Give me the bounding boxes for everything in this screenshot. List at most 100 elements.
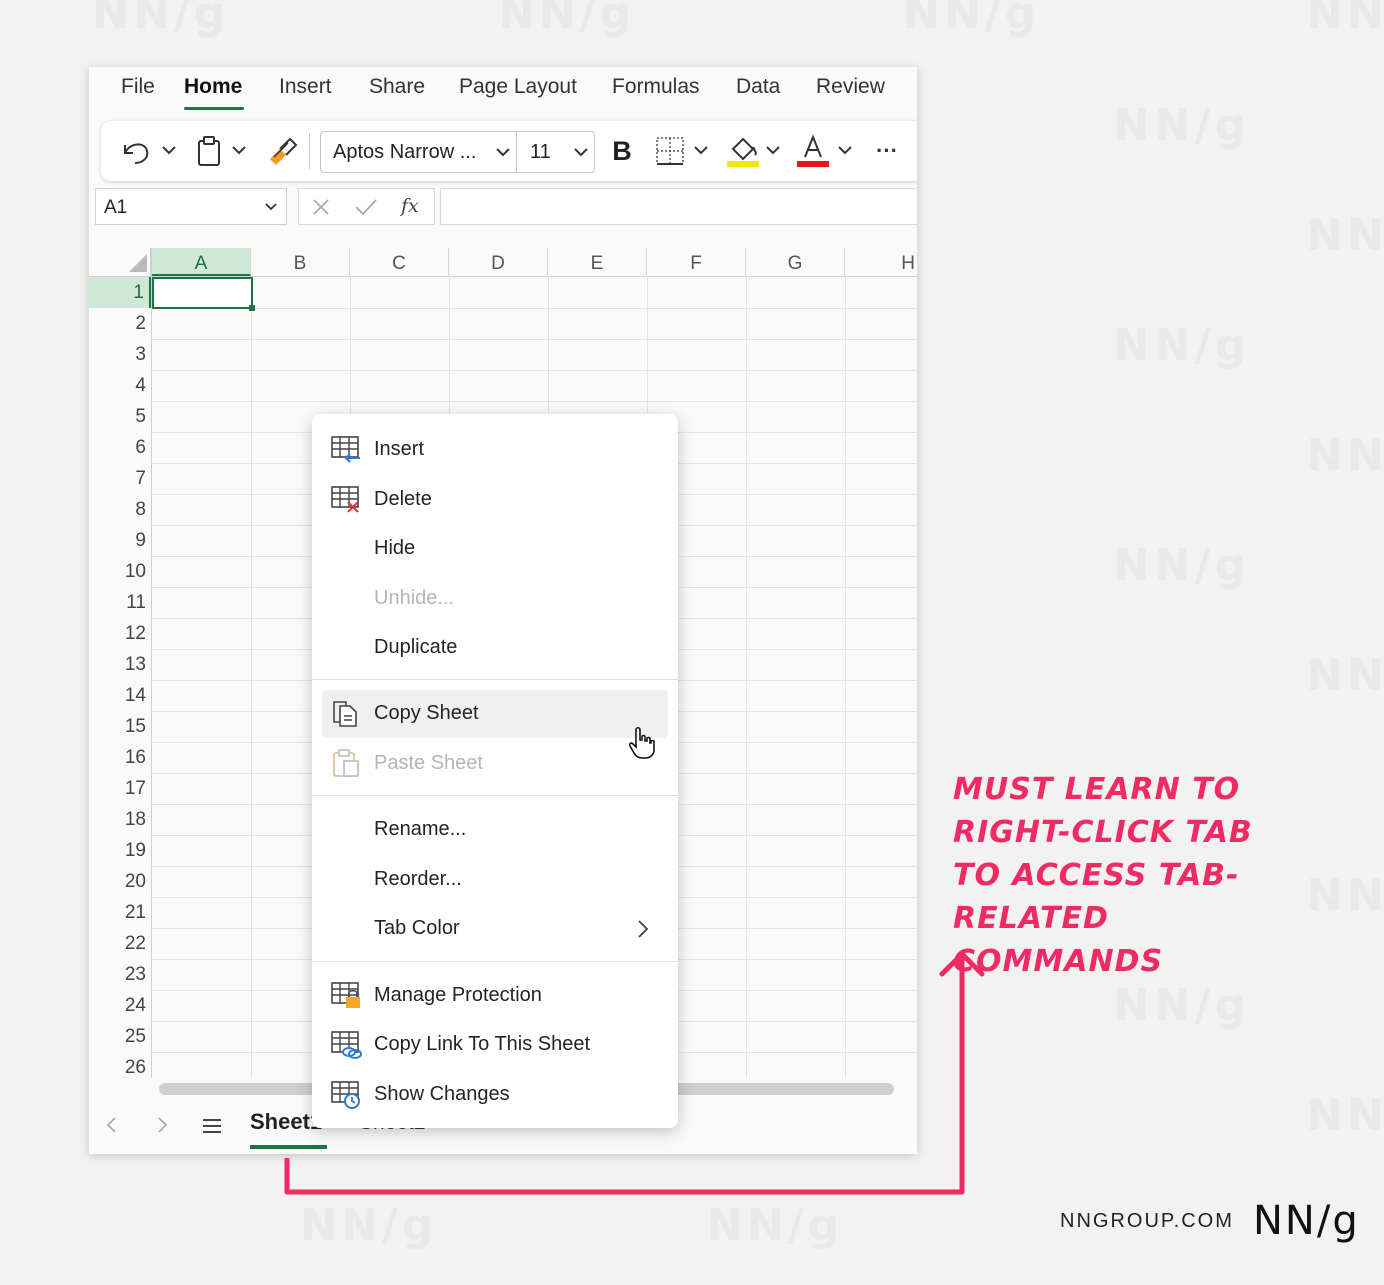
row-header-22[interactable]: 22	[89, 928, 151, 959]
cancel-icon[interactable]	[311, 197, 331, 217]
menu-item-hide[interactable]: Hide	[322, 525, 668, 571]
nng-logo: NN/g	[1253, 1198, 1360, 1244]
borders-button[interactable]	[653, 135, 713, 167]
row-header-21[interactable]: 21	[89, 897, 151, 928]
select-all-button[interactable]	[89, 248, 152, 276]
row-header-1[interactable]: 1	[89, 277, 151, 308]
row-header-18[interactable]: 18	[89, 804, 151, 835]
chevron-left-icon[interactable]	[105, 1115, 119, 1135]
font-color-button[interactable]	[797, 133, 859, 169]
row-header-4[interactable]: 4	[89, 370, 151, 401]
row-header-12[interactable]: 12	[89, 618, 151, 649]
menu-item-rename[interactable]: Rename...	[322, 806, 668, 852]
menu-item-duplicate[interactable]: Duplicate	[322, 624, 668, 670]
row-header-24[interactable]: 24	[89, 990, 151, 1021]
tab-review[interactable]: Review	[816, 75, 885, 99]
tab-home[interactable]: Home	[184, 75, 242, 99]
column-header-a[interactable]: A	[152, 248, 251, 276]
paste-icon	[198, 136, 246, 166]
watermark: NN/g	[1306, 210, 1384, 261]
grid-line	[151, 370, 917, 371]
watermark: NN/g	[1113, 100, 1251, 151]
menu-item-reorder[interactable]: Reorder...	[322, 856, 668, 902]
row-header-19[interactable]: 19	[89, 835, 151, 866]
menu-item-tab-color[interactable]: Tab Color	[322, 905, 668, 951]
menu-divider	[312, 795, 678, 796]
column-header-d[interactable]: D	[449, 248, 548, 276]
row-header-9[interactable]: 9	[89, 525, 151, 556]
undo-button[interactable]	[119, 135, 179, 167]
grid-line	[151, 308, 917, 309]
row-header-7[interactable]: 7	[89, 463, 151, 494]
enter-icon[interactable]	[354, 197, 378, 217]
row-header-2[interactable]: 2	[89, 308, 151, 339]
name-box-value: A1	[104, 197, 128, 218]
row-header-25[interactable]: 25	[89, 1021, 151, 1052]
menu-item-copy-sheet[interactable]: Copy Sheet	[322, 690, 668, 738]
row-header-15[interactable]: 15	[89, 711, 151, 742]
column-header-b[interactable]: B	[251, 248, 350, 276]
format-painter-button[interactable]	[264, 135, 300, 167]
paste-button[interactable]	[195, 135, 251, 167]
row-header-10[interactable]: 10	[89, 556, 151, 587]
watermark: NN/g	[1113, 980, 1251, 1031]
column-header-c[interactable]: C	[350, 248, 449, 276]
row-header-17[interactable]: 17	[89, 773, 151, 804]
tab-file[interactable]: File	[121, 75, 155, 99]
row-header-13[interactable]: 13	[89, 649, 151, 680]
chevron-down-icon	[496, 148, 510, 157]
row-header-3[interactable]: 3	[89, 339, 151, 370]
watermark: NN/g	[1306, 870, 1384, 921]
column-header-e[interactable]: E	[548, 248, 647, 276]
font-size-value[interactable]: 11	[530, 141, 551, 164]
menu-item-label: Paste Sheet	[374, 752, 483, 774]
selected-cell-a1[interactable]	[152, 277, 253, 309]
borders-icon	[656, 137, 708, 165]
tab-insert[interactable]: Insert	[279, 75, 332, 99]
name-box[interactable]: A1	[95, 188, 287, 225]
menu-divider	[312, 679, 678, 680]
fill-color-button[interactable]	[725, 133, 785, 169]
watermark: NN/g	[1306, 650, 1384, 701]
more-options-button[interactable]: ···	[869, 133, 905, 169]
row-header-11[interactable]: 11	[89, 587, 151, 618]
row-header-6[interactable]: 6	[89, 432, 151, 463]
formula-input[interactable]	[440, 188, 917, 225]
menu-item-label: Rename...	[374, 818, 467, 840]
tab-share[interactable]: Share	[369, 75, 425, 99]
row-header-20[interactable]: 20	[89, 866, 151, 897]
fx-icon[interactable]: fx	[401, 195, 419, 217]
watermark: NN/g	[1306, 1090, 1384, 1141]
tab-page-layout[interactable]: Page Layout	[459, 75, 577, 99]
menu-item-label: Duplicate	[374, 636, 458, 658]
row-header-16[interactable]: 16	[89, 742, 151, 773]
select-all-icon	[129, 254, 147, 272]
menu-item-paste-sheet: Paste Sheet	[322, 740, 668, 786]
menu-item-delete[interactable]: Delete	[322, 476, 668, 522]
row-header-26[interactable]: 26	[89, 1052, 151, 1083]
column-header-h[interactable]: H	[845, 248, 917, 276]
all-sheets-menu-icon[interactable]	[201, 1117, 223, 1135]
annotation-text: MUST LEARN TO RIGHT-CLICK TAB TO ACCESS …	[953, 772, 1253, 979]
tab-data[interactable]: Data	[736, 75, 780, 99]
chevron-right-icon	[638, 920, 649, 938]
chevron-down-icon	[265, 203, 277, 211]
row-header-5[interactable]: 5	[89, 401, 151, 432]
row-header-23[interactable]: 23	[89, 959, 151, 990]
row-header-14[interactable]: 14	[89, 680, 151, 711]
watermark: NN/g	[903, 0, 1041, 39]
watermark: NN/g	[300, 1200, 438, 1251]
undo-icon	[124, 143, 176, 164]
insert-sheet-icon	[331, 436, 360, 463]
row-header-8[interactable]: 8	[89, 494, 151, 525]
fill-handle[interactable]	[249, 305, 255, 311]
column-header-g[interactable]: G	[746, 248, 845, 276]
column-header-f[interactable]: F	[647, 248, 746, 276]
chevron-right-icon[interactable]	[155, 1115, 169, 1135]
grid-line	[251, 276, 252, 1078]
menu-item-insert[interactable]: Insert	[322, 426, 668, 472]
paste-sheet-icon	[333, 749, 359, 777]
bold-button[interactable]: B	[607, 133, 637, 169]
tab-formulas[interactable]: Formulas	[612, 75, 700, 99]
font-name-dropdown[interactable]: Aptos Narrow ... 11	[320, 131, 595, 173]
